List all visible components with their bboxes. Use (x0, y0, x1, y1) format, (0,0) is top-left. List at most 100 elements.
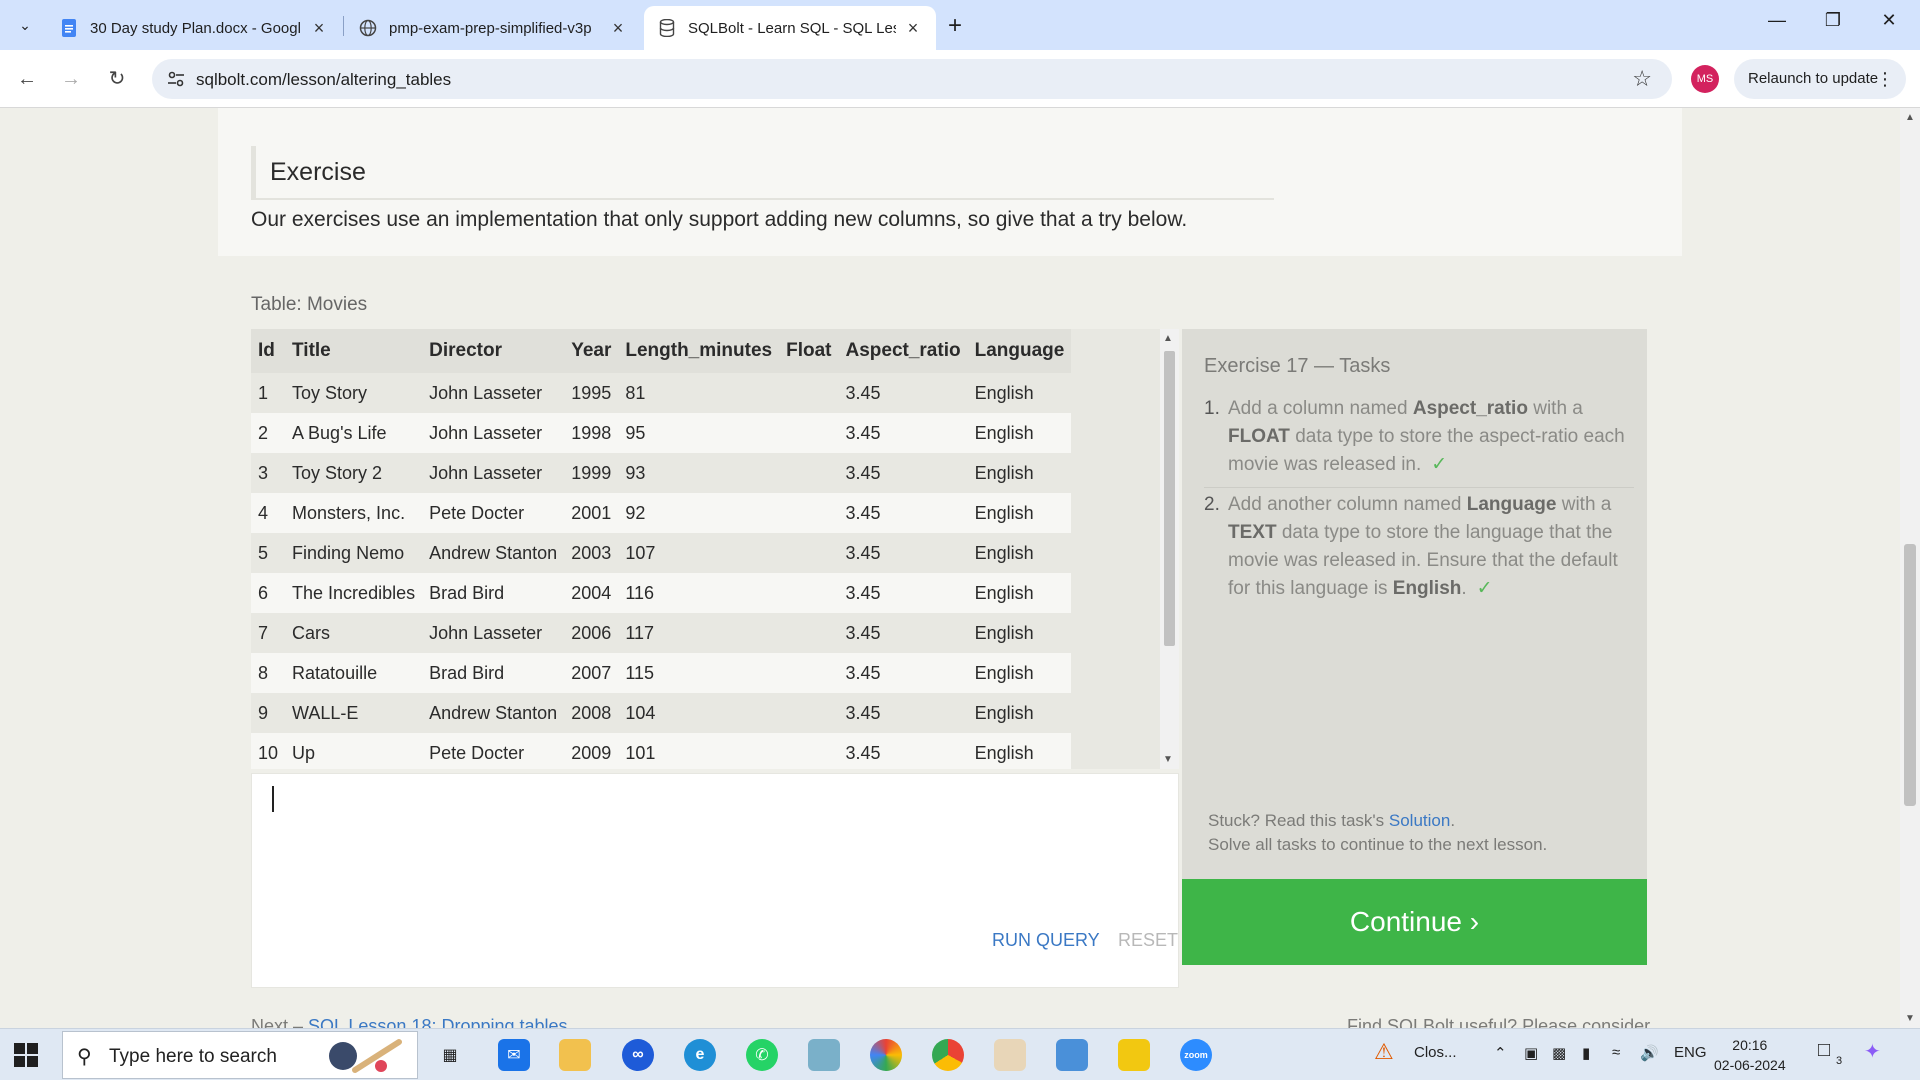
tab-search-button[interactable]: ⌄ (12, 12, 38, 38)
taskbar-search[interactable]: ⚲ Type here to search (62, 1031, 418, 1079)
tab-google-docs[interactable]: 30 Day study Plan.docx - Googl × (46, 6, 342, 50)
paint-icon[interactable] (994, 1039, 1026, 1071)
app-icon[interactable] (870, 1039, 902, 1071)
address-bar[interactable]: sqlbolt.com/lesson/altering_tables ☆ (152, 59, 1672, 99)
scroll-up-arrow-icon[interactable]: ▲ (1163, 333, 1173, 344)
close-icon[interactable]: × (609, 18, 627, 39)
relaunch-button[interactable]: Relaunch to update ⋮ (1734, 59, 1906, 99)
search-placeholder: Type here to search (109, 1046, 277, 1067)
table-cell-id: 3 (251, 453, 286, 493)
notification-icon[interactable]: □ (1818, 1039, 1830, 1062)
app-icon[interactable] (808, 1039, 840, 1071)
table-row: 9 WALL-E Andrew Stanton 2008 104 3.45 English (251, 693, 1072, 733)
solve-all-text: Solve all tasks to continue to the next … (1208, 835, 1548, 854)
app-icon[interactable] (1056, 1039, 1088, 1071)
task-data-type: TEXT (1228, 522, 1277, 543)
close-icon[interactable]: × (904, 18, 922, 39)
table-header-row: Id Title Director Year Length_minutes Float As… (251, 329, 1072, 373)
display-icon[interactable]: ▩ (1552, 1044, 1566, 1062)
mail-icon[interactable]: ✉ (498, 1039, 530, 1071)
table-cell-director: Andrew Stanton (422, 533, 565, 573)
new-tab-plus-icon[interactable]: + (948, 12, 962, 40)
bookmark-star-icon[interactable]: ☆ (1632, 66, 1652, 92)
app-icon[interactable]: ∞ (622, 1039, 654, 1071)
table-cell-director: Pete Docter (422, 733, 565, 769)
table-cell-language: English (967, 453, 1072, 493)
table-cell-year: 2001 (564, 493, 619, 533)
run-query-button[interactable]: RUN QUERY (992, 930, 1100, 951)
chrome-icon[interactable] (932, 1039, 964, 1071)
tab-strip: ⌄ 30 Day study Plan.docx - Googl × pmp-e… (0, 0, 1920, 50)
tasks-title: Exercise 17 — Tasks (1204, 355, 1391, 377)
power-bi-icon[interactable] (1118, 1039, 1150, 1071)
forward-arrow-icon[interactable]: → (56, 64, 86, 94)
scroll-down-arrow-icon[interactable]: ▼ (1163, 754, 1173, 765)
back-arrow-icon[interactable]: ← (12, 64, 42, 94)
table-cell-language: English (967, 693, 1072, 733)
whatsapp-icon[interactable]: ✆ (746, 1039, 778, 1071)
task-view-icon[interactable]: ▦ (434, 1039, 466, 1071)
page-scrollbar[interactable]: ▲ ▼ (1900, 108, 1920, 1028)
next-lesson-link[interactable]: SQL Lesson 18: Dropping tables (308, 1016, 568, 1028)
scroll-down-arrow-icon[interactable]: ▼ (1905, 1013, 1915, 1024)
task-text: Add a column named (1228, 398, 1413, 419)
column-header-aspect-ratio: Aspect_ratio (838, 329, 968, 373)
url-text: sqlbolt.com/lesson/altering_tables (196, 70, 452, 89)
meet-icon[interactable]: ▣ (1524, 1044, 1538, 1062)
reload-icon[interactable]: ↻ (102, 64, 132, 94)
table-cell-director: John Lasseter (422, 613, 565, 653)
more-menu-icon[interactable]: ⋮ (1876, 59, 1894, 99)
solution-link[interactable]: Solution (1389, 811, 1450, 830)
table-cell-title: Ratatouille (285, 653, 423, 693)
window-close-icon[interactable]: ✕ (1874, 10, 1904, 31)
edge-browser-icon[interactable]: e (684, 1039, 716, 1071)
weather-label[interactable]: Clos... (1414, 1044, 1457, 1061)
chevron-up-icon[interactable]: ⌃ (1494, 1044, 1507, 1062)
tab-title: pmp-exam-prep-simplified-v3p (389, 19, 592, 37)
table-row: 10 Up Pete Docter 2009 101 3.45 English (251, 733, 1072, 769)
reset-button[interactable]: RESET (1118, 930, 1178, 951)
zoom-icon[interactable]: zoom (1180, 1039, 1212, 1071)
globe-icon (359, 19, 377, 37)
movies-table-container[interactable]: Id Title Director Year Length_minutes Float As… (251, 329, 1179, 769)
wifi-icon[interactable]: ≈ (1612, 1044, 1620, 1061)
table-scrollbar[interactable]: ▲ ▼ (1160, 329, 1179, 769)
table-cell-aspect-ratio: 3.45 (838, 653, 968, 693)
windows-start-icon[interactable] (14, 1043, 38, 1067)
weather-icon[interactable]: ⚠ (1374, 1039, 1394, 1065)
table-cell-aspect-ratio: 3.45 (838, 493, 968, 533)
table-cell-year: 1999 (564, 453, 619, 493)
minimize-icon[interactable]: — (1762, 10, 1792, 31)
tab-sqlbolt[interactable]: SQLBolt - Learn SQL - SQL Less × (644, 6, 936, 50)
exercise-description: Our exercises use an implementation that… (251, 208, 1188, 231)
scroll-up-arrow-icon[interactable]: ▲ (1905, 112, 1915, 123)
copilot-icon[interactable]: ✦ (1864, 1039, 1881, 1064)
language-indicator[interactable]: ENG (1674, 1044, 1707, 1061)
clock-date: 02-06-2024 (1714, 1057, 1786, 1073)
tab-pmp-exam[interactable]: pmp-exam-prep-simplified-v3p × (345, 6, 641, 50)
continue-button[interactable]: Continue › (1182, 879, 1647, 965)
site-settings-icon[interactable] (166, 69, 186, 89)
table-cell-float (779, 493, 839, 533)
scrollbar-thumb[interactable] (1904, 544, 1916, 806)
battery-icon[interactable]: ▮ (1582, 1044, 1590, 1062)
restore-icon[interactable]: ❐ (1818, 10, 1848, 31)
column-header-director: Director (422, 329, 565, 373)
close-icon[interactable]: × (310, 18, 328, 39)
table-cell-title: Finding Nemo (285, 533, 423, 573)
volume-icon[interactable]: 🔊 (1640, 1044, 1659, 1062)
file-explorer-icon[interactable] (559, 1039, 591, 1071)
table-cell-length-minutes: 101 (618, 733, 780, 769)
table-cell-year: 2006 (564, 613, 619, 653)
query-editor[interactable] (251, 773, 1179, 988)
table-row: 5 Finding Nemo Andrew Stanton 2003 107 3.45 En… (251, 533, 1072, 573)
table-cell-title: Monsters, Inc. (285, 493, 423, 533)
table-cell-year: 2008 (564, 693, 619, 733)
notification-count: 3 (1836, 1055, 1843, 1067)
scrollbar-thumb[interactable] (1164, 351, 1175, 646)
task-number: 1. (1204, 398, 1220, 419)
search-highlight-icon (319, 1036, 409, 1076)
checkmark-icon: ✓ (1431, 454, 1448, 475)
clock[interactable]: 20:16 02-06-2024 (1714, 1035, 1786, 1075)
profile-avatar[interactable]: MS (1691, 65, 1719, 93)
